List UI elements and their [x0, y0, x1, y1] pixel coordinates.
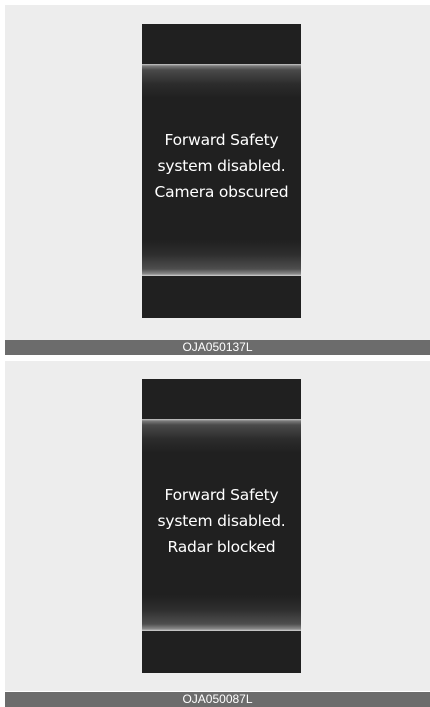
message-line: Camera obscured: [154, 183, 289, 201]
cluster-display: Forward Safety system disabled. Camera o…: [142, 24, 301, 318]
warning-message: Forward Safety system disabled. Radar bl…: [142, 482, 301, 560]
display-bottom-band: [142, 240, 301, 276]
display-bottom-band: [142, 595, 301, 631]
warning-message: Forward Safety system disabled. Camera o…: [142, 127, 301, 205]
message-line: system disabled.: [157, 512, 286, 530]
message-line: Radar blocked: [167, 538, 276, 556]
message-line: Forward Safety: [164, 131, 279, 149]
display-top-band: [142, 419, 301, 453]
figure-caption: OJA050137L: [5, 340, 430, 355]
cluster-display: Forward Safety system disabled. Radar bl…: [142, 379, 301, 673]
message-line: Forward Safety: [164, 486, 279, 504]
message-line: system disabled.: [157, 157, 286, 175]
figure-caption: OJA050087L: [5, 692, 430, 707]
figure-panel: Forward Safety system disabled. Radar bl…: [5, 361, 430, 691]
figure-panel: Forward Safety system disabled. Camera o…: [5, 5, 430, 340]
display-top-band: [142, 64, 301, 98]
